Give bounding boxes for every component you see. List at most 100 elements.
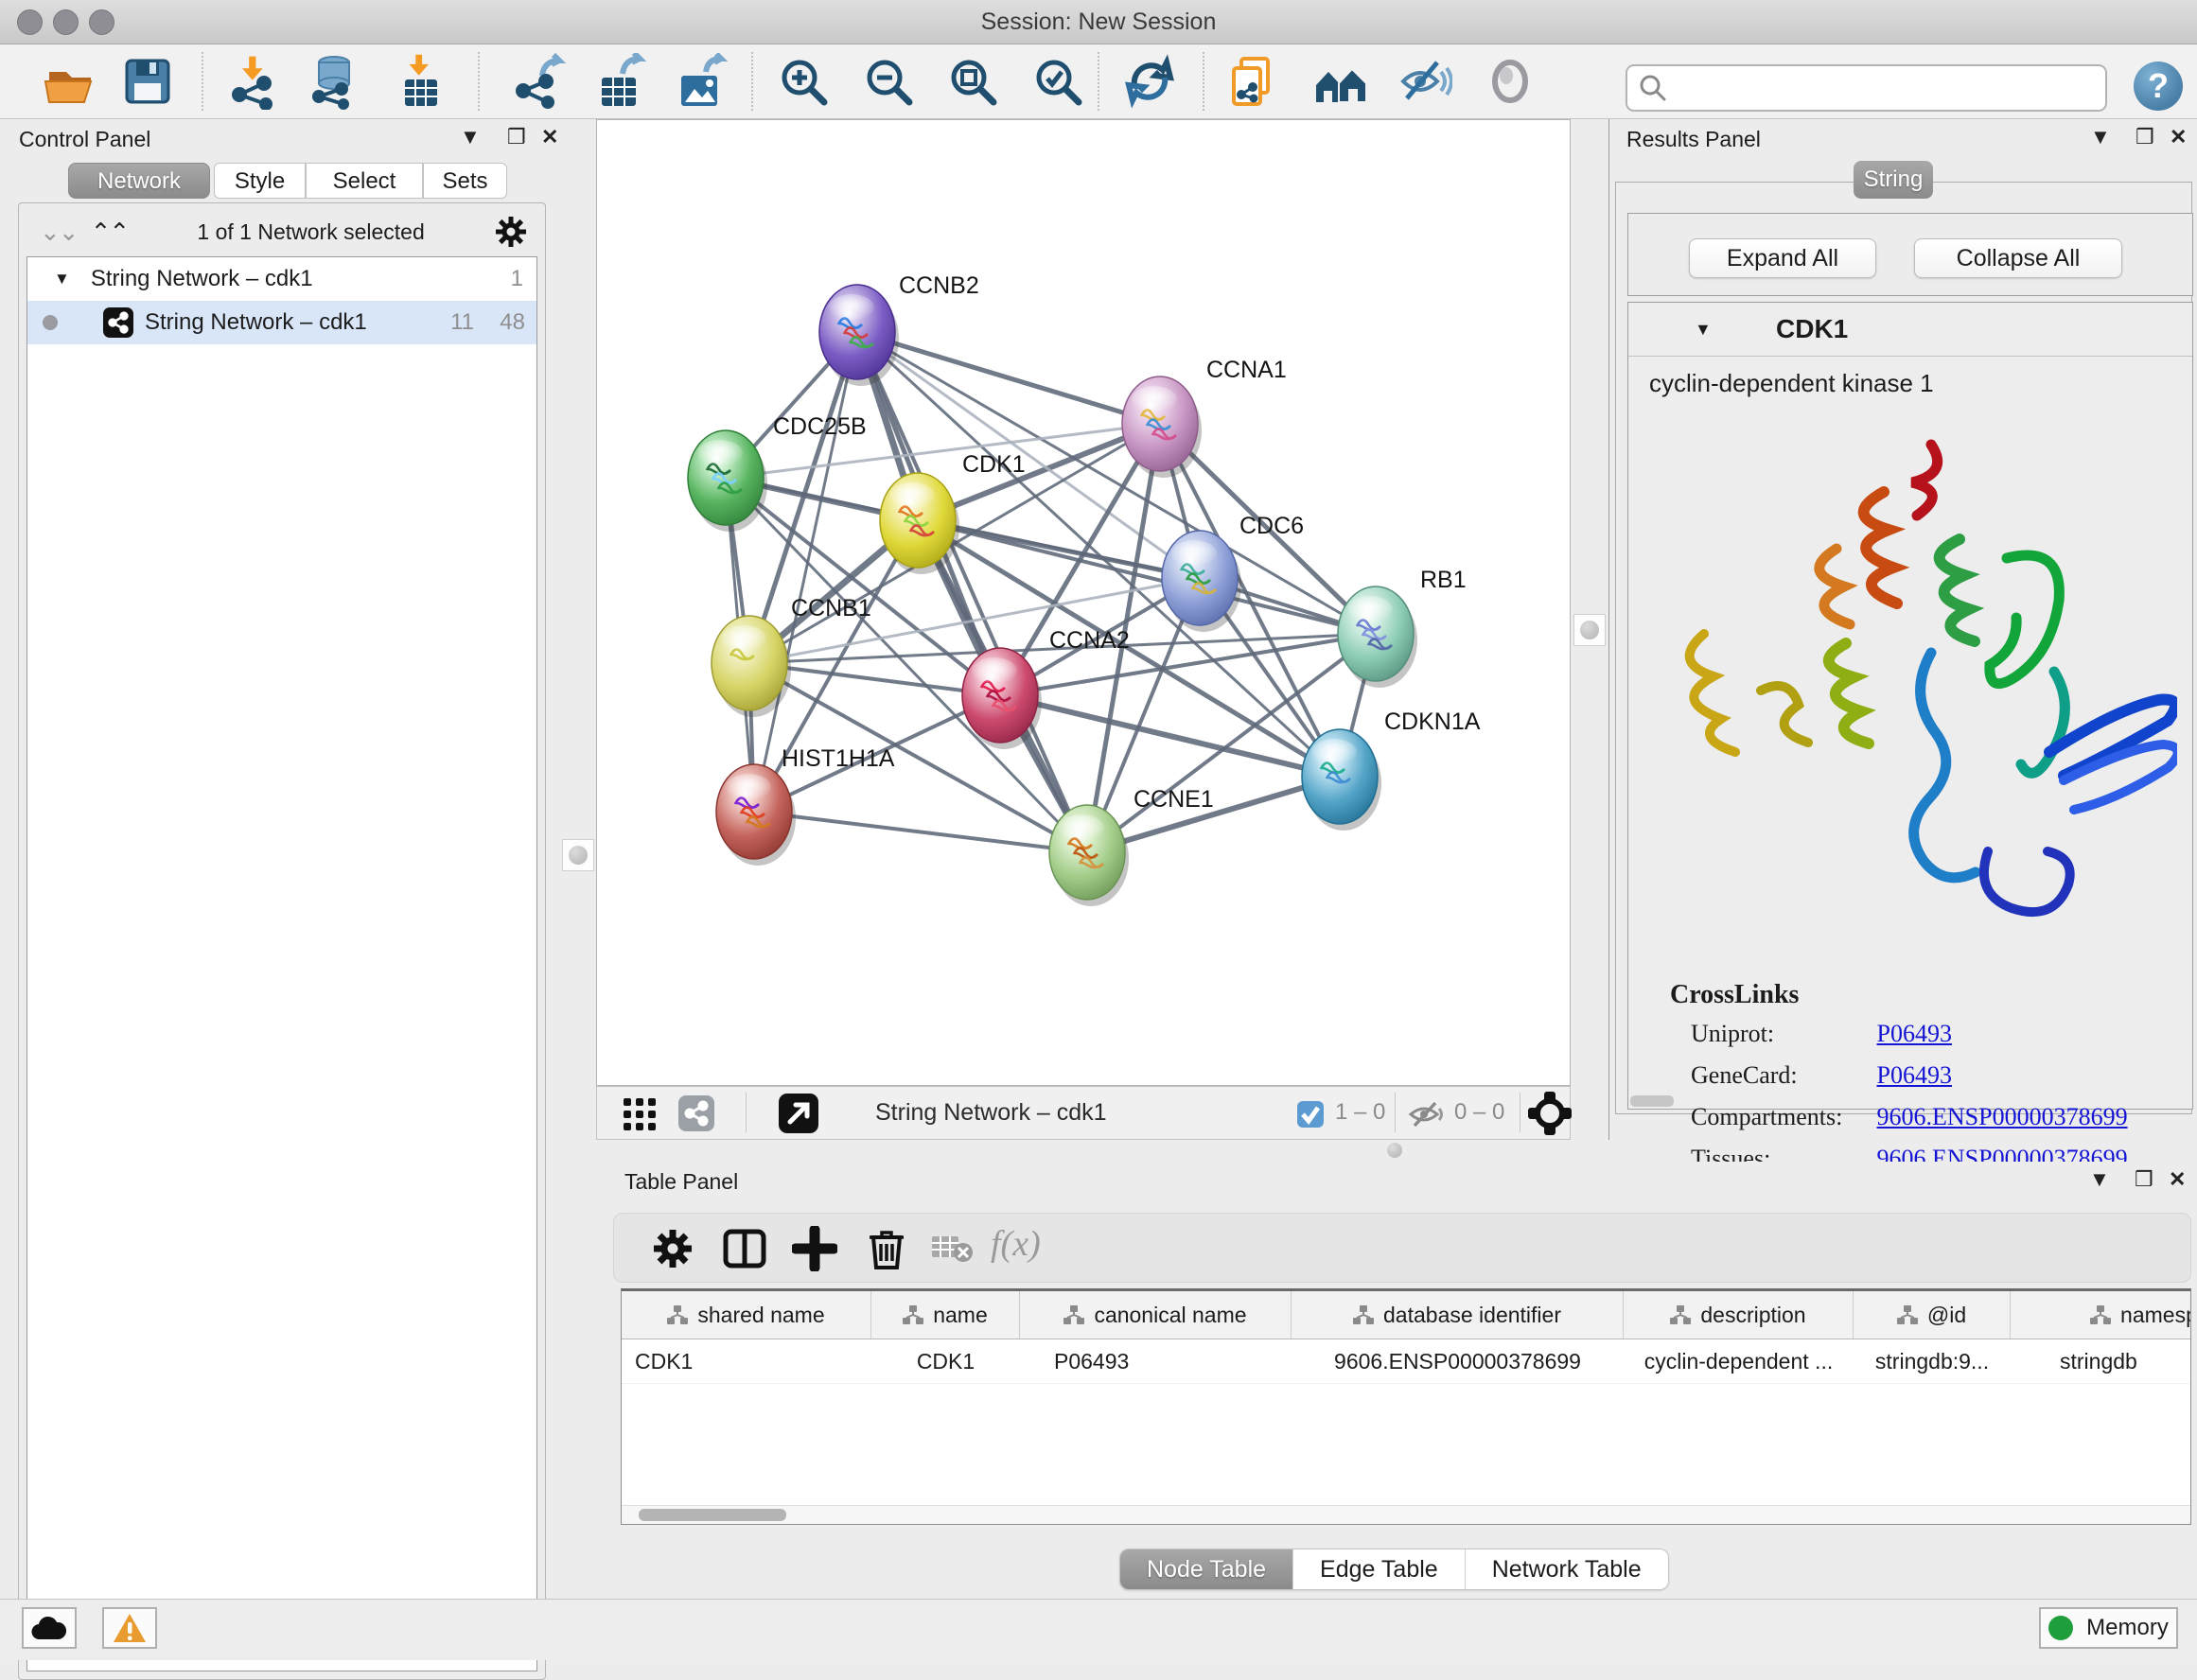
tab-network-table[interactable]: Network Table <box>1466 1549 1668 1589</box>
cloud-status-button[interactable] <box>22 1607 77 1649</box>
cell-description[interactable]: cyclin-dependent ... <box>1624 1339 1854 1383</box>
results-panel-maximize-icon[interactable]: ❒ <box>2135 125 2154 149</box>
horizontal-splitter-handle[interactable] <box>1380 1142 1409 1159</box>
cell-shared-name[interactable]: CDK1 <box>622 1339 871 1383</box>
table-panel-close-icon[interactable]: ✕ <box>2169 1167 2186 1192</box>
show-columns-icon[interactable] <box>722 1226 767 1271</box>
table-panel-float-icon[interactable]: ▼ <box>2089 1167 2110 1192</box>
save-session-icon[interactable] <box>119 53 176 110</box>
network-edge-count: 48 <box>500 309 525 336</box>
crosslink-link[interactable]: P06493 <box>1877 1020 1952 1047</box>
column-header[interactable]: name <box>871 1291 1020 1339</box>
fit-content-crosshair-icon[interactable] <box>1528 1092 1572 1135</box>
network-edge[interactable] <box>754 812 1087 852</box>
network-graph[interactable]: CCNB2CCNA1CDC25BCDK1CDC6RB1CCNB1CCNA2CDK… <box>597 120 1570 1085</box>
column-header[interactable]: database identifier <box>1292 1291 1624 1339</box>
tab-select[interactable]: Select <box>306 163 423 199</box>
network-node[interactable] <box>1338 586 1417 688</box>
table-options-gear-icon[interactable] <box>650 1226 695 1271</box>
table-panel-maximize-icon[interactable]: ❒ <box>2135 1167 2153 1192</box>
network-node[interactable] <box>1162 531 1241 632</box>
network-edge[interactable] <box>918 520 1376 634</box>
control-panel-close-icon[interactable]: ✕ <box>541 125 558 149</box>
add-column-icon[interactable] <box>792 1226 837 1271</box>
gene-collapse-arrow-icon[interactable]: ▼ <box>1695 320 1712 340</box>
column-header[interactable]: namespace <box>2011 1291 2191 1339</box>
control-panel-maximize-icon[interactable]: ❒ <box>507 125 526 149</box>
left-splitter-handle[interactable] <box>562 839 594 871</box>
show-all-icon[interactable] <box>1482 53 1538 110</box>
export-network-icon[interactable] <box>510 53 567 110</box>
network-node[interactable] <box>1122 376 1202 478</box>
selected-checkbox-icon[interactable] <box>1297 1101 1324 1128</box>
cell-id[interactable]: stringdb:9... <box>1854 1339 2011 1383</box>
right-splitter[interactable] <box>1572 119 1608 1140</box>
export-image-icon[interactable] <box>672 53 729 110</box>
network-node[interactable] <box>880 473 959 574</box>
cell-name[interactable]: CDK1 <box>871 1339 1020 1383</box>
column-header[interactable]: shared name <box>622 1291 871 1339</box>
expand-all-icon[interactable]: ⌃⌃ <box>91 218 129 247</box>
tab-style[interactable]: Style <box>214 163 306 199</box>
results-panel-close-icon[interactable]: ✕ <box>2170 125 2187 149</box>
network-canvas[interactable]: CCNB2CCNA1CDC25BCDK1CDC6RB1CCNB1CCNA2CDK… <box>596 119 1571 1086</box>
memory-button[interactable]: Memory <box>2039 1607 2178 1649</box>
tab-edge-table[interactable]: Edge Table <box>1293 1549 1466 1589</box>
right-splitter-handle[interactable] <box>1573 614 1606 646</box>
open-in-new-window-icon[interactable] <box>779 1094 818 1133</box>
zoom-fit-icon[interactable] <box>944 53 1001 110</box>
open-session-icon[interactable] <box>42 53 98 110</box>
network-collection-row[interactable]: ▼ String Network – cdk1 1 <box>27 257 536 301</box>
cell-namespace[interactable]: stringdb <box>2011 1339 2191 1383</box>
string-view-icon[interactable] <box>678 1095 714 1131</box>
tab-network[interactable]: Network <box>68 163 210 199</box>
network-node[interactable] <box>819 285 899 386</box>
refresh-icon[interactable] <box>1121 53 1178 110</box>
collapse-all-button[interactable]: Collapse All <box>1914 238 2122 278</box>
import-network-icon[interactable] <box>226 53 283 110</box>
table-h-scrollbar[interactable] <box>622 1505 2190 1524</box>
network-node[interactable] <box>712 616 791 717</box>
help-button[interactable]: ? <box>2134 61 2183 111</box>
left-splitter[interactable] <box>561 119 595 1583</box>
column-header[interactable]: @id <box>1854 1291 2011 1339</box>
network-row-selected[interactable]: String Network – cdk1 11 48 <box>27 301 536 344</box>
crosslink-link[interactable]: 9606.ENSP00000378699 <box>1877 1103 2128 1130</box>
zoom-selected-icon[interactable] <box>1029 53 1086 110</box>
tab-string[interactable]: String <box>1854 161 1933 199</box>
network-node[interactable] <box>716 764 796 866</box>
tree-expand-arrow-icon[interactable]: ▼ <box>54 270 70 289</box>
export-table-icon[interactable] <box>590 53 647 110</box>
network-options-gear-icon[interactable] <box>494 215 528 249</box>
gene-card-header[interactable]: ▼ CDK1 <box>1628 303 2192 357</box>
gene-card-scrollbar[interactable] <box>1630 1095 1674 1107</box>
control-panel-float-icon[interactable]: ▼ <box>460 125 481 149</box>
delete-column-icon[interactable] <box>864 1226 909 1271</box>
expand-all-button[interactable]: Expand All <box>1689 238 1876 278</box>
tab-node-table[interactable]: Node Table <box>1120 1549 1293 1589</box>
first-neighbors-icon[interactable] <box>1312 53 1369 110</box>
network-edge[interactable] <box>857 332 1160 424</box>
import-table-icon[interactable] <box>392 53 448 110</box>
column-header[interactable]: description <box>1624 1291 1854 1339</box>
hide-selected-icon[interactable] <box>1396 53 1452 110</box>
network-node[interactable] <box>1302 729 1381 831</box>
network-node[interactable] <box>1049 805 1129 906</box>
collapse-all-icon[interactable]: ⌄⌄ <box>40 218 78 247</box>
clone-network-icon[interactable] <box>1226 53 1283 110</box>
search-input[interactable] <box>1675 74 2105 102</box>
network-edge[interactable] <box>857 332 1087 852</box>
cell-database-identifier[interactable]: 9606.ENSP00000378699 <box>1292 1339 1624 1383</box>
cell-canonical-name[interactable]: P06493 <box>1020 1339 1292 1383</box>
zoom-in-icon[interactable] <box>775 53 832 110</box>
table-h-scrollbar-thumb[interactable] <box>639 1509 786 1521</box>
birdseye-grid-icon[interactable] <box>624 1098 658 1130</box>
warnings-button[interactable] <box>102 1607 157 1649</box>
tab-sets[interactable]: Sets <box>423 163 507 199</box>
zoom-out-icon[interactable] <box>860 53 917 110</box>
crosslink-link[interactable]: P06493 <box>1877 1061 1952 1089</box>
column-header[interactable]: canonical name <box>1020 1291 1292 1339</box>
results-panel-float-icon[interactable]: ▼ <box>2090 125 2111 149</box>
table-row[interactable]: CDK1 CDK1 P06493 9606.ENSP00000378699 cy… <box>622 1339 2190 1384</box>
import-database-icon[interactable] <box>306 53 362 110</box>
